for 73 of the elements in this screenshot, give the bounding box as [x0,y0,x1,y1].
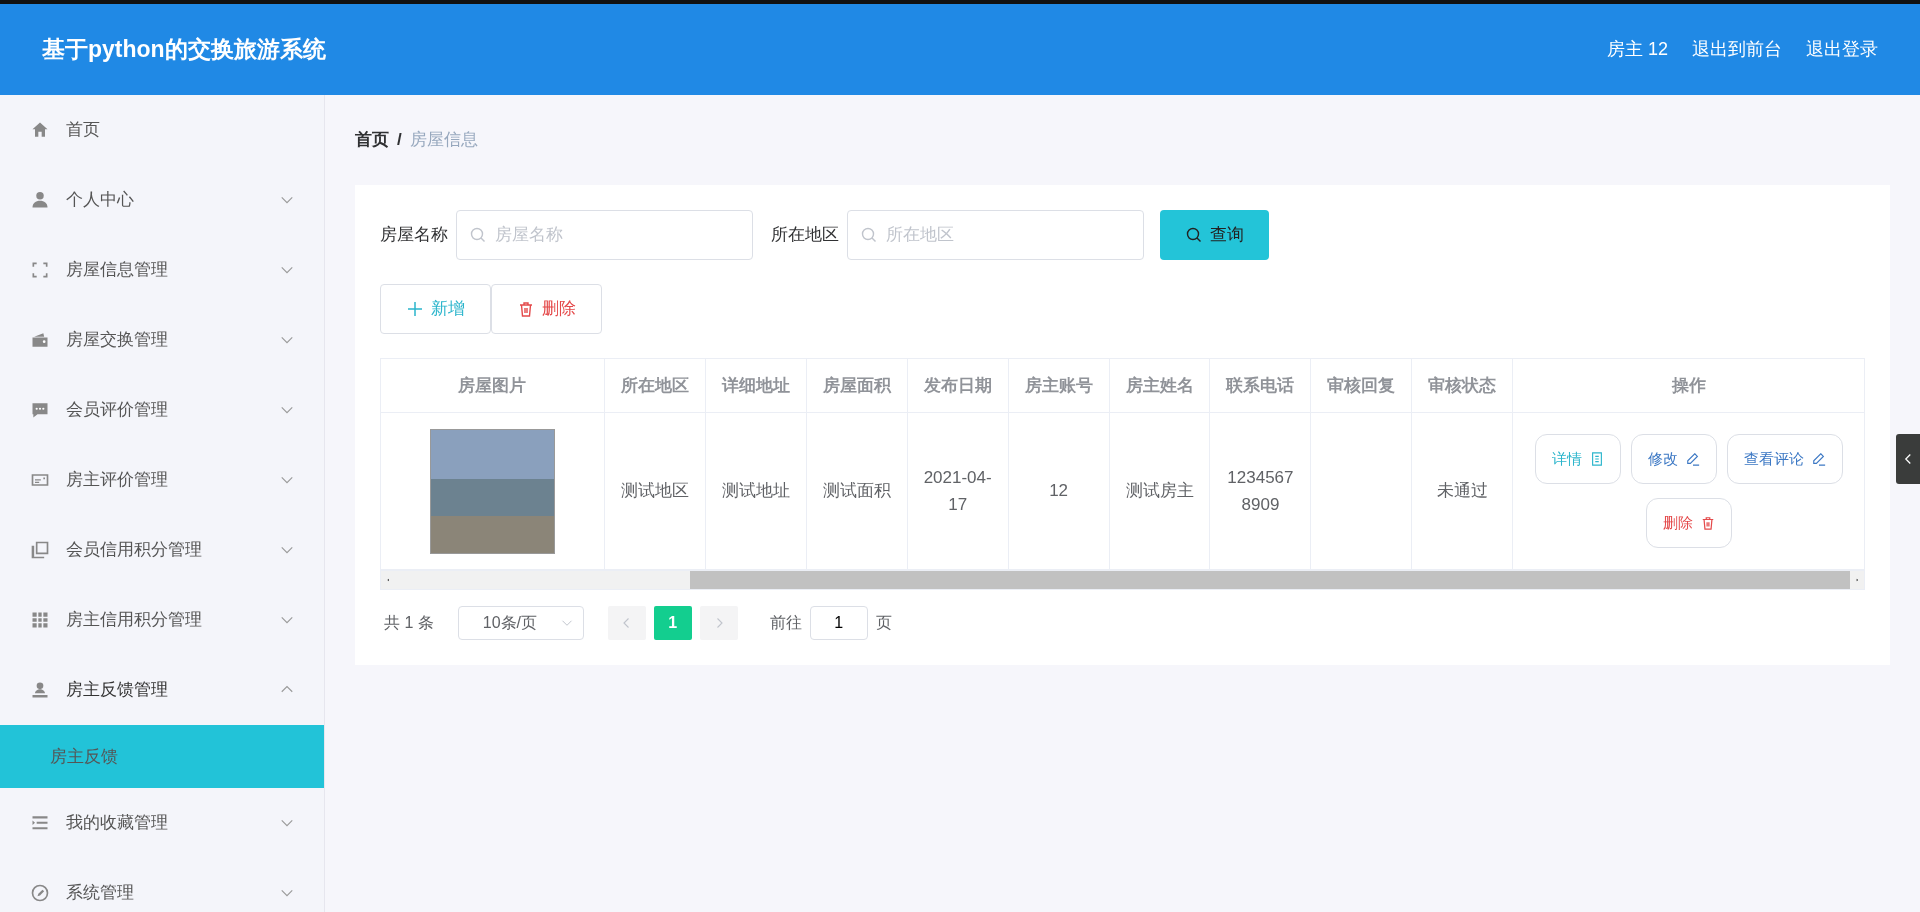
menu-item[interactable]: 房主信用积分管理 [0,585,324,655]
scrollbar-thumb[interactable] [689,571,1850,589]
chat-icon [30,400,50,420]
goto-label: 前往 [769,613,802,633]
page-suffix: 页 [875,613,892,633]
page-size-select[interactable]: 10条/页 [457,606,584,640]
stamp-icon [30,680,50,700]
copy-icon [30,540,50,560]
search-field[interactable]: 房屋名称 [456,210,753,260]
edit-button[interactable]: 查看评论 [1726,434,1843,484]
collapse-toggle[interactable] [1896,434,1920,484]
total-count: 共 1 条 [384,613,434,633]
pencil-icon [1811,452,1826,466]
menu-item[interactable]: 个人中心 [0,165,324,235]
menu-item[interactable]: 房主反馈管理 [0,655,324,725]
column-header: 审核状态 [1411,358,1513,413]
table-cell: 12345678909 [1210,412,1311,570]
next-page-button[interactable] [699,606,738,640]
table-cell: 测试面积 [806,412,908,570]
document-icon [1589,452,1604,466]
header-link[interactable]: 房主 12 [1606,36,1668,63]
compass-icon [30,883,50,903]
menu-item[interactable]: 首页 [0,95,324,165]
breadcrumb-separator: / [397,129,402,152]
menu-item[interactable]: 系统管理 [0,858,324,912]
pencil-icon [1685,452,1700,466]
delete-button[interactable]: 删除 [491,284,602,334]
frame-icon [30,260,50,280]
table-cell: 未通过 [1411,412,1513,570]
column-header: 所在地区 [604,358,706,413]
column-header: 联系电话 [1210,358,1311,413]
previous-page-button[interactable] [607,606,646,640]
plus-icon [406,301,423,317]
search-button[interactable]: 查询 [1160,210,1269,260]
column-header: 审核回复 [1310,358,1412,413]
chevron-left-icon [1903,453,1913,465]
header-link[interactable]: 退出到前台 [1692,36,1782,63]
table-cell: 测试房主 [1109,412,1210,570]
menu-item[interactable]: 我的收藏管理 [0,788,324,858]
grid-icon [30,610,50,630]
breadcrumb-item: 房屋信息 [409,129,478,152]
field-label: 房屋名称 [380,224,448,247]
column-header: 发布日期 [907,358,1009,413]
menu-item[interactable]: 房屋信息管理 [0,235,324,305]
menu-item[interactable]: 房屋交换管理 [0,305,324,375]
breadcrumb-item[interactable]: 首页 [355,127,389,153]
column-header: 详细地址 [705,358,807,413]
edit-button[interactable]: 修改 [1630,434,1717,484]
trash-icon [517,301,534,317]
horizontal-scrollbar[interactable] [380,570,1865,590]
app-title: 基于python的交换旅游系统 [42,35,326,65]
table-cell: 2021-04-17 [907,412,1009,570]
table-cell: 12 [1008,412,1110,570]
header-link[interactable]: 退出登录 [1806,36,1878,63]
column-header: 房主账号 [1008,358,1110,413]
menu-item[interactable]: 房主评价管理 [0,445,324,515]
field-label: 所在地区 [771,224,839,247]
column-header: 房主姓名 [1109,358,1210,413]
menu-item[interactable]: 会员评价管理 [0,375,324,445]
menu-item[interactable]: 会员信用积分管理 [0,515,324,585]
submenu-item[interactable]: 房主反馈 [0,725,324,788]
search-field[interactable]: 所在地区 [847,210,1144,260]
search-icon [1185,227,1202,243]
table-cell: 测试地区 [604,412,706,570]
table-cell: 测试地址 [705,412,807,570]
delete-button[interactable]: 删除 [1645,498,1732,548]
page-input[interactable]: 1 [809,606,868,640]
column-header: 操作 [1512,358,1865,413]
trash-icon [1700,516,1715,530]
column-header: 房屋图片 [380,358,605,413]
person-icon [30,190,50,210]
column-header: 房屋面积 [806,358,908,413]
home-icon [30,120,50,140]
